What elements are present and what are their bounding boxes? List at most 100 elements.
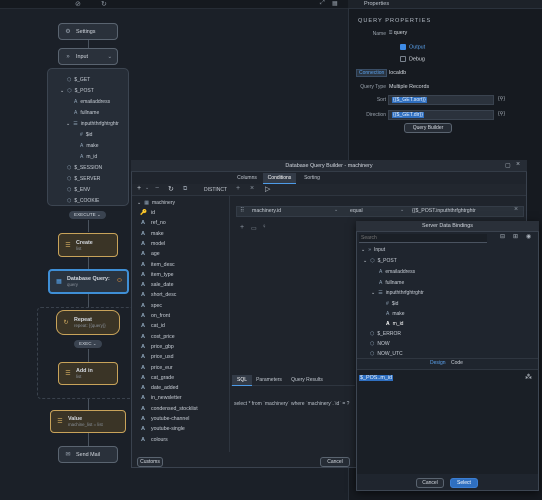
customs-button[interactable]: Customs <box>137 457 163 467</box>
chevron-down-icon[interactable]: ⌄ <box>60 88 64 94</box>
column-item[interactable]: Amodel <box>140 241 165 247</box>
condition-operator[interactable]: equal <box>350 208 363 214</box>
direction-bind-icon[interactable]: {⚲} <box>498 111 505 117</box>
tree-item-get[interactable]: ⬡ $_GET <box>67 77 90 83</box>
magic-wand-icon[interactable]: ⁂ <box>525 373 532 381</box>
column-item[interactable]: Ayoutube-channel <box>140 416 189 422</box>
sdb-item-make[interactable]: Amake <box>386 311 405 317</box>
expression-editor[interactable] <box>357 369 538 474</box>
expand-icon[interactable]: ⤢ <box>320 0 325 7</box>
query-type-select[interactable]: Multiple Records <box>389 84 429 90</box>
tree-item-make[interactable]: Amake <box>80 143 99 149</box>
remove-condition-icon[interactable]: × <box>514 206 518 213</box>
tab-query-results[interactable]: Query Results <box>287 375 327 386</box>
tree-item-m-id[interactable]: Am_id <box>80 154 97 160</box>
collapse-all-icon[interactable]: ⊟ <box>500 233 505 240</box>
value-node[interactable]: ☰ Value machine_list = list <box>50 410 126 433</box>
tab-columns[interactable]: Columns <box>232 173 262 184</box>
sdb-item-id[interactable]: # $id <box>386 301 398 307</box>
refresh-icon[interactable]: ↻ <box>168 185 174 193</box>
sort-bind-icon[interactable]: {⚲} <box>498 96 505 102</box>
chevron-down-icon[interactable]: ⌄ <box>107 54 112 60</box>
tree-item-fullname[interactable]: Afullname <box>74 110 99 116</box>
add-rule-icon[interactable]: + <box>240 224 244 231</box>
drag-handle-icon[interactable]: ⠿ <box>240 207 244 214</box>
toggle-icon[interactable]: ⬭ <box>117 278 122 285</box>
sdb-item-now-utc[interactable]: ⬡ NOW_UTC <box>370 351 403 357</box>
column-item[interactable]: Asale_date <box>140 282 174 288</box>
direction-field[interactable]: {{$_GET.dir}} <box>388 110 494 120</box>
sdb-select-button[interactable]: Select <box>450 478 478 488</box>
tab-sql[interactable]: SQL <box>232 375 252 386</box>
output-checkbox[interactable]: Output <box>400 44 425 50</box>
sdb-item-post[interactable]: ⌄ ⬡ $_POST <box>363 258 397 264</box>
name-value[interactable]: ⌸ query <box>389 30 407 37</box>
exec-pill[interactable]: EXEC ⌄ <box>74 340 102 348</box>
sdb-item-emailaddress[interactable]: Aemailaddress <box>379 269 415 275</box>
column-item[interactable]: Aprice_eur <box>140 365 173 371</box>
query-builder-button[interactable]: Query Builder <box>404 123 452 133</box>
close-icon[interactable]: × <box>516 161 520 168</box>
column-item[interactable]: Aon_front <box>140 313 170 319</box>
column-item[interactable]: Aage <box>140 251 160 257</box>
chevron-down-icon[interactable]: ⌄ <box>400 207 404 213</box>
run-icon[interactable]: ▷ <box>265 185 270 193</box>
column-item[interactable]: Ain_newsletter <box>140 395 182 401</box>
sdb-item-input[interactable]: ⌄» Input <box>361 247 385 253</box>
column-item[interactable]: 🔑 id <box>140 210 155 216</box>
sdb-item-m-id[interactable]: Am_id <box>386 321 403 327</box>
tree-item-server[interactable]: ⬡ $_SERVER <box>67 176 100 182</box>
sdb-item-fullname[interactable]: Afullname <box>379 280 404 286</box>
remove-icon[interactable]: − <box>155 185 159 192</box>
sdb-search-input[interactable] <box>359 234 487 243</box>
column-item[interactable]: Aitem_type <box>140 272 174 278</box>
tab-design[interactable]: Design <box>430 360 446 366</box>
column-item[interactable]: Aspec <box>140 303 162 309</box>
add-icon[interactable]: + <box>137 185 141 192</box>
sdb-item-inpuththrfghtrghtr[interactable]: ⌄ ☰ inpuththrfghtrghtr <box>371 290 424 296</box>
create-node[interactable]: ☰ Create list <box>58 233 118 257</box>
tree-item-cookie[interactable]: ⬡ $_COOKIE <box>67 198 99 204</box>
database-query-node[interactable]: ▦ Database Query: query ⬭ <box>48 269 129 294</box>
column-item[interactable]: Aprice_usd <box>140 354 174 360</box>
dialog-cancel-button[interactable]: Cancel <box>320 457 350 467</box>
sdb-item-error[interactable]: ⬡ $_ERROR <box>370 331 401 337</box>
tab-sorting[interactable]: Sorting <box>297 173 327 184</box>
column-item[interactable]: Acat_grade <box>140 375 174 381</box>
column-item[interactable]: Acost_price <box>140 334 175 340</box>
group-icon[interactable]: ▭ <box>251 225 257 232</box>
sort-field[interactable]: {{$_GET.sort}} <box>388 95 494 105</box>
tree-item-emailaddress[interactable]: Aemailaddress <box>74 99 110 105</box>
tree-item-id[interactable]: # $id <box>80 132 92 138</box>
bulb-icon[interactable]: ♀ <box>262 224 267 230</box>
settings-node[interactable]: ⚙ Settings <box>58 23 118 40</box>
column-item[interactable]: Aprice_gbp <box>140 344 174 350</box>
condition-field[interactable]: machinery.id <box>252 208 281 214</box>
add-condition-icon[interactable]: + <box>236 185 240 192</box>
history-icon[interactable]: ↻ <box>101 0 107 8</box>
tree-item-post[interactable]: ⌄ ⬡ $_POST <box>60 88 94 94</box>
grid-icon[interactable]: ▦ <box>332 0 338 7</box>
table-node-machinery[interactable]: ⌄ ▦ machinery <box>137 200 175 206</box>
sdb-cancel-button[interactable]: Cancel <box>416 478 444 488</box>
distinct-toggle[interactable]: DISTINCT <box>204 187 227 193</box>
chevron-down-icon[interactable]: ⌄ <box>361 247 365 253</box>
block-icon[interactable]: ⊘ <box>75 0 81 8</box>
options-icon[interactable]: ◉ <box>526 233 531 240</box>
chevron-down-icon[interactable]: ⌄ <box>137 200 141 206</box>
connection-select[interactable]: localdb <box>389 70 406 76</box>
column-item[interactable]: Acat_id <box>140 323 165 329</box>
column-item[interactable]: Aref_no <box>140 220 166 226</box>
debug-checkbox[interactable]: Debug <box>400 56 425 62</box>
sdb-item-now[interactable]: ⬡ NOW <box>370 341 390 347</box>
maximize-icon[interactable]: ▢ <box>505 162 511 169</box>
input-node[interactable]: » Input ⌄ <box>58 48 118 65</box>
chevron-down-icon[interactable]: ⌄ <box>66 121 70 127</box>
chevron-down-icon[interactable]: ⌄ <box>334 207 338 213</box>
expression-text[interactable]: $_POS..m_id <box>359 375 394 381</box>
column-item[interactable]: Amake <box>140 231 164 237</box>
delete-icon[interactable]: × <box>250 185 254 192</box>
column-item[interactable]: Ashort_desc <box>140 292 176 298</box>
column-item[interactable]: Ayoutube-single <box>140 426 185 432</box>
tab-parameters[interactable]: Parameters <box>253 375 285 386</box>
